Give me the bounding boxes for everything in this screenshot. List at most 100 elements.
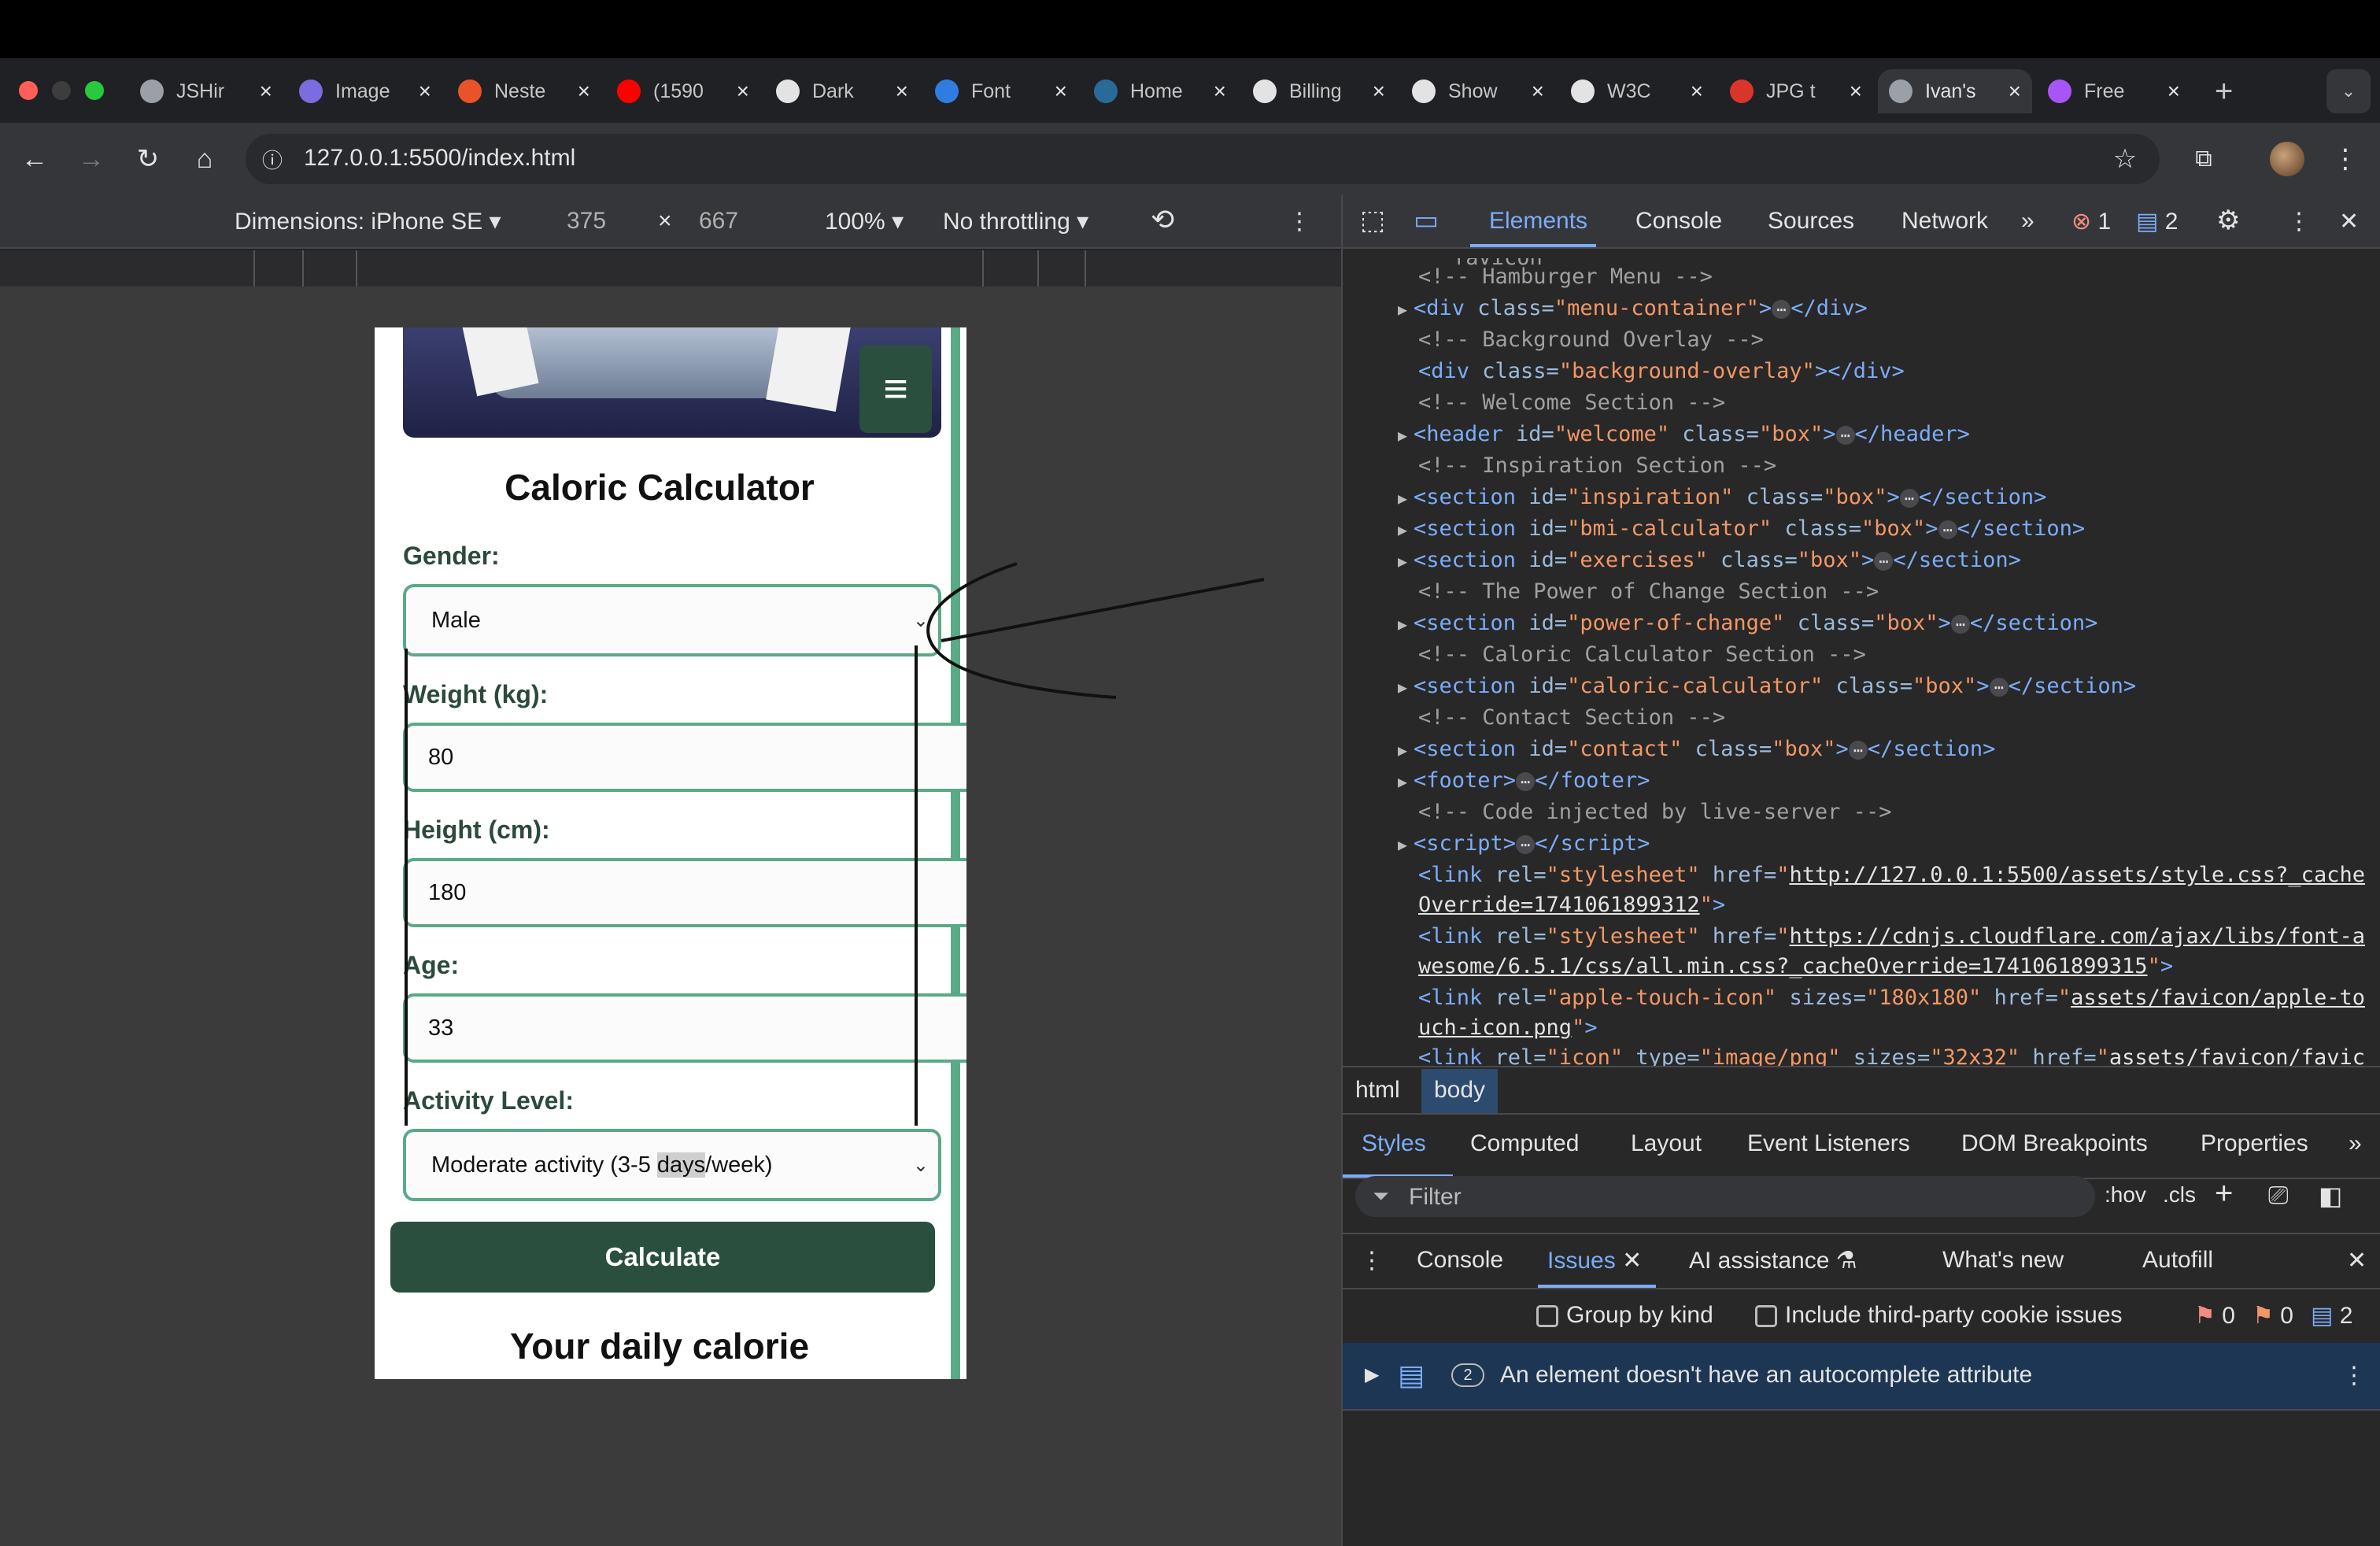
dom-node-section[interactable]: ▶ <section id="contact" class="box"> ⋯ </se… — [1398, 734, 2380, 765]
height-input[interactable]: 180 — [403, 858, 966, 927]
device-mode-icon[interactable]: ▭ — [1414, 205, 1439, 236]
dom-node-link-cont[interactable]: wesome/6.5.1/css/all.min.css?_cacheOverr… — [1418, 951, 2380, 982]
close-window-button[interactable] — [19, 81, 38, 100]
viewport-width-input[interactable]: 375 — [567, 208, 606, 235]
gender-select[interactable]: Male ⌄ — [403, 584, 941, 656]
dom-node-link-cont[interactable]: Override=1741061899312"> — [1418, 890, 2380, 921]
paint-brush-icon[interactable]: ⎚ — [2268, 1181, 2289, 1211]
dom-node-link[interactable]: <link rel="stylesheet" href="http://127.… — [1418, 860, 2380, 891]
tab-styles[interactable]: Styles — [1362, 1130, 1426, 1157]
calculate-button[interactable]: Calculate — [390, 1222, 935, 1293]
more-style-tabs-icon[interactable]: » — [2349, 1130, 2362, 1157]
close-issues-tab-icon[interactable]: ✕ — [1622, 1248, 1642, 1274]
media-query-marker[interactable] — [1085, 250, 1086, 287]
bookmark-star-icon[interactable]: ☆ — [2105, 139, 2145, 179]
tab-computed[interactable]: Computed — [1470, 1130, 1579, 1157]
back-icon[interactable]: ← — [14, 139, 55, 179]
dom-node-section[interactable]: ▶ <section id="caloric-calculator" class=… — [1398, 671, 2380, 702]
drawer-tab-whats-new[interactable]: What's new — [1942, 1247, 2064, 1274]
close-tab-icon[interactable]: × — [1214, 79, 1226, 104]
close-tab-icon[interactable]: × — [737, 79, 749, 104]
throttling-dropdown[interactable]: No throttling ▾ — [943, 208, 1088, 235]
media-query-marker[interactable] — [1037, 250, 1039, 287]
avatar[interactable] — [2270, 142, 2304, 176]
minimize-window-button[interactable] — [52, 81, 71, 100]
crumb-body[interactable]: body — [1421, 1069, 1499, 1113]
dom-node-background-overlay[interactable]: <div class="background-overlay"></div> — [1418, 356, 2380, 387]
device-toolbar-more-icon[interactable]: ⋮ — [1288, 208, 1311, 235]
hov-toggle[interactable]: :hov — [2105, 1182, 2146, 1208]
cls-toggle[interactable]: .cls — [2163, 1182, 2196, 1208]
close-tab-icon[interactable]: × — [1532, 79, 1544, 104]
tab-image-tool[interactable]: Image × — [288, 69, 442, 113]
age-input[interactable]: 33 — [403, 993, 966, 1063]
tab-flag[interactable]: Font × — [924, 69, 1078, 113]
rotate-icon[interactable]: ⟲ — [1151, 203, 1174, 236]
dom-comment[interactable]: <!-- Background Overlay --> — [1418, 324, 2380, 356]
close-drawer-icon[interactable]: ✕ — [2347, 1247, 2367, 1274]
dom-node-footer[interactable]: ▶ <footer> ⋯ </footer> — [1398, 765, 2380, 797]
new-style-rule-icon[interactable]: + — [2215, 1176, 2233, 1211]
message-counter[interactable]: ▤ 2 — [2136, 208, 2178, 235]
tab-globe[interactable]: JSHir × — [129, 69, 283, 113]
close-tab-icon[interactable]: × — [578, 79, 590, 104]
dom-node-link[interactable]: <link rel="stylesheet" href="https://cdn… — [1418, 921, 2380, 952]
close-tab-icon[interactable]: × — [419, 79, 431, 104]
maximize-window-button[interactable] — [85, 81, 104, 100]
tab-console[interactable]: Console — [1635, 208, 1722, 235]
drawer-tab-autofill[interactable]: Autofill — [2142, 1247, 2213, 1274]
dom-node-section[interactable]: ▶ <section id="bmi-calculator" class="box… — [1398, 513, 2380, 545]
extensions-icon[interactable]: ⧉ — [2183, 139, 2224, 179]
media-query-marker[interactable] — [356, 250, 357, 287]
drawer-tab-ai-assistance[interactable]: AI assistance ⚗ — [1689, 1247, 1857, 1274]
tab-w3c[interactable]: W3C × — [1560, 69, 1714, 113]
more-tabs-icon[interactable]: » — [2021, 208, 2034, 235]
dom-comment[interactable]: <!-- Inspiration Section --> — [1418, 450, 2380, 482]
activity-select[interactable]: Moderate activity (3-5 days/week) ⌄ — [403, 1129, 941, 1201]
dom-node-section[interactable]: ▶ <section id="exercises" class="box"> ⋯ </… — [1398, 545, 2380, 576]
toggle-sidebar-icon[interactable]: ◧ — [2319, 1181, 2342, 1211]
dom-comment[interactable]: <!-- Contact Section --> — [1418, 702, 2380, 734]
settings-gear-icon[interactable]: ⚙ — [2216, 205, 2240, 236]
tab-target[interactable]: Neste × — [447, 69, 601, 113]
zoom-dropdown[interactable]: 100% ▾ — [825, 208, 904, 235]
dom-node-link[interactable]: <link rel="apple-touch-icon" sizes="180x… — [1418, 982, 2380, 1014]
close-tab-icon[interactable]: × — [1373, 79, 1385, 104]
styles-filter-input[interactable]: ⏷ Filter — [1355, 1176, 2095, 1217]
dimensions-dropdown[interactable]: Dimensions: iPhone SE ▾ — [235, 208, 501, 235]
new-tab-button[interactable]: + — [2204, 69, 2251, 113]
dom-comment[interactable]: <!-- Code injected by live-server --> — [1418, 797, 2380, 828]
issue-menu-icon[interactable]: ⋮ — [2342, 1362, 2366, 1389]
viewport-height-input[interactable]: 667 — [699, 208, 738, 235]
close-tab-icon[interactable]: × — [1055, 79, 1067, 104]
dom-comment[interactable]: <!-- The Power of Change Section --> — [1418, 576, 2380, 608]
tab-jpg-png[interactable]: JPG t × — [1719, 69, 1873, 113]
tab-nu[interactable]: Show × — [1401, 69, 1555, 113]
tab-github[interactable]: Billing × — [1242, 69, 1396, 113]
tab-event-listeners[interactable]: Event Listeners — [1747, 1130, 1910, 1157]
chrome-menu-icon[interactable]: ⋮ — [2325, 139, 2366, 179]
tab-properties[interactable]: Properties — [2201, 1130, 2308, 1157]
close-tab-icon[interactable]: × — [2009, 79, 2021, 104]
dom-comment[interactable]: <!-- Caloric Calculator Section --> — [1418, 639, 2380, 671]
tab-globe[interactable]: Ivan's × — [1878, 69, 2032, 113]
url-text[interactable]: 127.0.0.1:5500/index.html — [304, 145, 575, 172]
tab-elements[interactable]: Elements — [1489, 208, 1587, 235]
devtools-menu-icon[interactable]: ⋮ — [2287, 208, 2311, 235]
inspect-element-icon[interactable]: ⬚ — [1360, 205, 1385, 236]
drawer-tab-issues[interactable]: Issues ✕ — [1547, 1247, 1642, 1274]
dom-node-script[interactable]: ▶ <script> ⋯ </script> — [1398, 828, 2380, 860]
tab-chatgpt[interactable]: Dark × — [765, 69, 919, 113]
tab-ten[interactable]: Home × — [1083, 69, 1237, 113]
close-tab-icon[interactable]: × — [896, 79, 908, 104]
dom-comment[interactable]: <!-- Hamburger Menu --> — [1418, 261, 2380, 293]
group-by-kind-checkbox[interactable]: Group by kind — [1536, 1302, 1713, 1329]
close-devtools-icon[interactable]: ✕ — [2339, 208, 2359, 235]
media-query-marker[interactable] — [302, 250, 304, 287]
reload-icon[interactable]: ↻ — [128, 139, 168, 179]
dom-node-section[interactable]: ▶ <section id="inspiration" class="box"> ⋯… — [1398, 482, 2380, 513]
dom-node-link-cont[interactable]: uch-icon.png"> — [1418, 1012, 2380, 1044]
tab-search-button[interactable]: ⌄ — [2326, 69, 2371, 113]
close-tab-icon[interactable]: × — [2168, 79, 2180, 104]
close-tab-icon[interactable]: × — [1850, 79, 1862, 104]
